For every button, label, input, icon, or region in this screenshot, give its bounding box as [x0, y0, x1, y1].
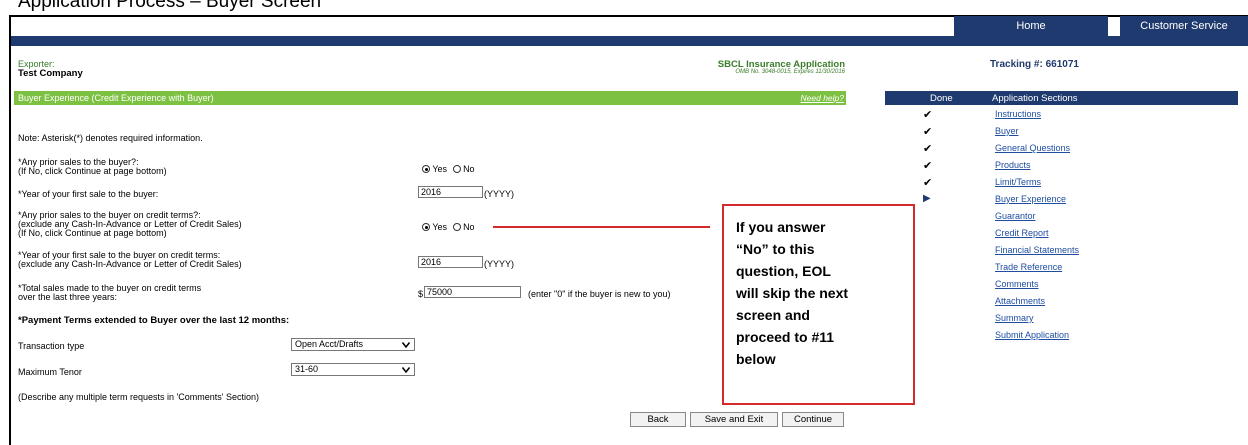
transaction-type-label: Transaction type [18, 341, 85, 351]
back-button[interactable]: Back [630, 412, 686, 427]
required-note: Note: Asterisk(*) denotes required infor… [18, 133, 203, 143]
q3-no-radio[interactable] [452, 223, 461, 231]
q1-yes-label: Yes [432, 164, 448, 174]
currency-symbol: $ [418, 289, 424, 299]
callout-line: If you answer [736, 219, 826, 235]
q1-yes-radio[interactable] [422, 165, 430, 173]
maximum-tenor-label: Maximum Tenor [18, 367, 82, 377]
section-link-summary[interactable]: Summary [995, 313, 1034, 323]
callout-line: question, EOL [736, 263, 831, 279]
section-link-financial-statements[interactable]: Financial Statements [995, 245, 1079, 255]
done-check-icon: ✔ [923, 160, 933, 172]
callout-line: “No” to this [736, 241, 815, 257]
section-item-summary: Summary [885, 311, 1238, 328]
section-link-attachments[interactable]: Attachments [995, 296, 1045, 306]
done-check-icon: ✔ [923, 143, 933, 155]
section-item-buyer-experience: ▶ Buyer Experience [885, 192, 1238, 209]
q3-continue-hint: (If No, click Continue at page bottom) [18, 228, 167, 238]
total-credit-sales-input[interactable]: 75000 [424, 286, 521, 298]
omb-number: OMB No. 3048-0015, Expires 11/30/2016 [735, 69, 845, 75]
section-link-instructions[interactable]: Instructions [995, 109, 1041, 119]
callout-line: below [736, 351, 776, 367]
callout-connector [493, 226, 710, 228]
save-and-exit-button[interactable]: Save and Exit [690, 412, 778, 427]
done-column-header: Done [930, 93, 953, 104]
section-item-financial-statements: Financial Statements [885, 243, 1238, 260]
q1-hint: (If No, click Continue at page bottom) [18, 166, 167, 176]
section-link-guarantor[interactable]: Guarantor [995, 211, 1036, 221]
section-item-limit-terms: ✔ Limit/Terms [885, 175, 1238, 192]
q4-format-hint: (YYYY) [484, 259, 515, 269]
section-link-limit-terms[interactable]: Limit/Terms [995, 177, 1041, 187]
done-check-icon: ✔ [923, 177, 933, 189]
chevron-down-icon [402, 342, 410, 348]
q1-radio-group: Yes No [422, 164, 475, 174]
callout-line: proceed to #11 [736, 329, 835, 345]
q2-format-hint: (YYYY) [484, 189, 515, 199]
section-item-products: ✔ Products [885, 158, 1238, 175]
section-bar: Buyer Experience (Credit Experience with… [14, 91, 846, 105]
section-link-comments[interactable]: Comments [995, 279, 1039, 289]
section-title: Buyer Experience (Credit Experience with… [18, 93, 214, 103]
section-link-buyer-experience[interactable]: Buyer Experience [995, 194, 1066, 204]
multiple-terms-note: (Describe any multiple term requests in … [18, 392, 260, 402]
section-link-trade-reference[interactable]: Trade Reference [995, 262, 1062, 272]
section-link-submit-application[interactable]: Submit Application [995, 330, 1069, 340]
q3-yes-label: Yes [432, 222, 448, 232]
q3-no-label: No [463, 222, 475, 232]
maximum-tenor-select[interactable]: 31-60 [291, 363, 415, 376]
done-check-icon: ✔ [923, 109, 933, 121]
q3-yes-radio[interactable] [422, 223, 430, 231]
first-credit-sale-year-input[interactable]: 2016 [418, 256, 483, 268]
sections-header: Done Application Sections [885, 91, 1238, 105]
q1-no-radio[interactable] [452, 165, 461, 173]
transaction-type-value: Open Acct/Drafts [295, 339, 364, 349]
first-sale-year-input[interactable]: 2016 [418, 186, 483, 198]
section-item-credit-report: Credit Report [885, 226, 1238, 243]
section-item-submit-application: Submit Application [885, 328, 1238, 345]
section-link-products[interactable]: Products [995, 160, 1031, 170]
q2-label: *Year of your first sale to the buyer: [18, 189, 159, 199]
current-section-arrow-icon: ▶ [923, 193, 931, 204]
home-button[interactable]: Home [954, 16, 1108, 36]
callout-line: will skip the next [736, 285, 849, 301]
header-bar [11, 36, 1248, 46]
page-caption: Application Process – Buyer Screen [18, 0, 322, 12]
callout-line: screen and [736, 307, 810, 323]
section-item-guarantor: Guarantor [885, 209, 1238, 226]
q5-hint: (enter "0" if the buyer is new to you) [528, 289, 671, 299]
continue-button[interactable]: Continue [782, 412, 844, 427]
q4-exclude-hint: (exclude any Cash-In-Advance or Letter o… [18, 259, 242, 269]
maximum-tenor-value: 31-60 [295, 364, 319, 374]
transaction-type-select[interactable]: Open Acct/Drafts [291, 338, 415, 351]
section-link-credit-report[interactable]: Credit Report [995, 228, 1049, 238]
section-item-general-questions: ✔ General Questions [885, 141, 1238, 158]
q1-no-label: No [463, 164, 475, 174]
section-item-trade-reference: Trade Reference [885, 260, 1238, 277]
tracking-number: Tracking #: 661071 [990, 59, 1079, 70]
chevron-down-icon [402, 367, 410, 373]
q3-radio-group: Yes No [422, 222, 475, 232]
section-item-attachments: Attachments [885, 294, 1238, 311]
need-help-link[interactable]: Need help? [801, 93, 844, 103]
section-link-buyer[interactable]: Buyer [995, 126, 1019, 136]
section-item-instructions: ✔ Instructions [885, 107, 1238, 124]
section-item-comments: Comments [885, 277, 1238, 294]
payment-terms-heading: *Payment Terms extended to Buyer over th… [18, 315, 290, 326]
q5-label-cont: over the last three years: [18, 292, 118, 302]
section-link-general-questions[interactable]: General Questions [995, 143, 1070, 153]
customer-service-button[interactable]: Customer Service [1120, 16, 1248, 36]
exporter-name: Test Company [18, 68, 83, 79]
sections-column-header: Application Sections [992, 93, 1078, 104]
section-item-buyer: ✔ Buyer [885, 124, 1238, 141]
done-check-icon: ✔ [923, 126, 933, 138]
